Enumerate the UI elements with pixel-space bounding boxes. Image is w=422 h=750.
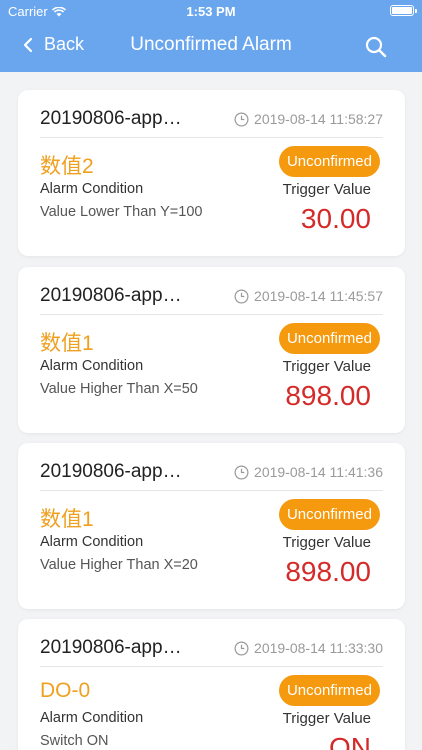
alarm-timestamp: 2019-08-14 11:45:57: [234, 288, 383, 304]
alarm-condition-label: Alarm Condition: [40, 358, 144, 374]
timestamp-text: 2019-08-14 11:41:36: [254, 464, 383, 480]
alarm-card[interactable]: 20190806-app… 2019-08-14 11:45:57 数值1 Un…: [18, 267, 405, 433]
alarm-condition-value: Value Higher Than X=20: [40, 557, 198, 573]
alarm-condition-value: Switch ON: [40, 733, 109, 749]
alarm-card[interactable]: 20190806-app… 2019-08-14 11:33:30 DO-0 U…: [18, 619, 405, 750]
alarm-condition-value: Value Higher Than X=50: [40, 381, 198, 397]
card-divider: [40, 666, 383, 667]
alarm-condition-value: Value Lower Than Y=100: [40, 204, 203, 220]
navigation-bar: Back Unconfirmed Alarm: [0, 22, 422, 72]
timestamp-text: 2019-08-14 11:45:57: [254, 288, 383, 304]
status-time: 1:53 PM: [186, 4, 236, 19]
alarm-id: 20190806-app…: [40, 461, 182, 482]
status-badge[interactable]: Unconfirmed: [278, 146, 380, 177]
alarm-timestamp: 2019-08-14 11:33:30: [234, 640, 383, 656]
clock-icon: [234, 289, 249, 303]
page-title: Unconfirmed Alarm: [130, 34, 292, 55]
card-divider: [40, 314, 383, 315]
clock-icon: [234, 465, 249, 479]
status-badge[interactable]: Unconfirmed: [278, 675, 380, 706]
timestamp-text: 2019-08-14 11:33:30: [254, 640, 383, 656]
card-divider: [40, 490, 383, 491]
timestamp-text: 2019-08-14 11:58:27: [254, 111, 383, 127]
trigger-value-label: Trigger Value: [282, 181, 371, 198]
app-header: Carrier 1:53 PM Back Unconfirmed Alarm: [0, 0, 422, 72]
metric-name: 数值1: [40, 508, 94, 531]
alarm-id: 20190806-app…: [40, 285, 182, 306]
alarm-id: 20190806-app…: [40, 637, 182, 658]
alarm-card[interactable]: 20190806-app… 2019-08-14 11:58:27 数值2 Un…: [18, 90, 405, 256]
card-divider: [40, 137, 383, 138]
status-badge[interactable]: Unconfirmed: [278, 323, 380, 354]
alarm-condition-label: Alarm Condition: [40, 710, 144, 726]
trigger-value: 898.00: [285, 556, 371, 587]
metric-name: 数值1: [40, 332, 94, 355]
alarm-card[interactable]: 20190806-app… 2019-08-14 11:41:36 数值1 Un…: [18, 443, 405, 609]
alarm-timestamp: 2019-08-14 11:41:36: [234, 464, 383, 480]
clock-icon: [234, 112, 249, 126]
alarm-timestamp: 2019-08-14 11:58:27: [234, 111, 383, 127]
trigger-value-label: Trigger Value: [282, 358, 371, 375]
clock-icon: [234, 641, 249, 655]
metric-name: DO-0: [40, 679, 91, 702]
alarm-condition-label: Alarm Condition: [40, 181, 144, 197]
alarm-id: 20190806-app…: [40, 108, 182, 129]
trigger-value-label: Trigger Value: [282, 534, 371, 551]
trigger-value: 898.00: [285, 380, 371, 411]
trigger-value-label: Trigger Value: [282, 710, 371, 727]
metric-name: 数值2: [40, 155, 94, 178]
alarm-condition-label: Alarm Condition: [40, 534, 144, 550]
trigger-value: ON: [329, 732, 371, 750]
status-badge[interactable]: Unconfirmed: [278, 499, 380, 530]
status-bar: Carrier 1:53 PM: [0, 0, 422, 22]
battery-icon: [390, 5, 417, 16]
trigger-value: 30.00: [300, 203, 371, 234]
search-icon[interactable]: [364, 35, 388, 59]
